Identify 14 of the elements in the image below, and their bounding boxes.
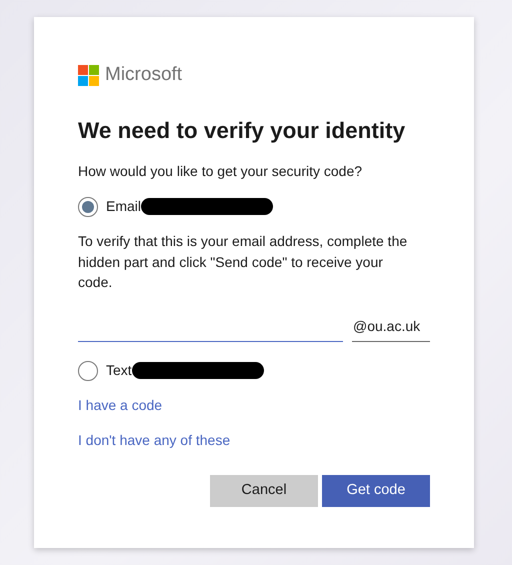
option-label[interactable]: Text bbox=[106, 360, 132, 382]
page-title: We need to verify your identity bbox=[78, 116, 406, 145]
radio-button[interactable] bbox=[78, 196, 98, 217]
radio-button[interactable] bbox=[78, 360, 98, 381]
get-code-button[interactable]: Get code bbox=[322, 475, 430, 508]
instruction-text: To verify that this is your email address, complete the hidden part and click "Send code" to receive your code. bbox=[78, 232, 408, 292]
prompt-text: How would you like to get your security code? bbox=[78, 162, 364, 182]
cancel-button[interactable]: Cancel bbox=[210, 475, 318, 508]
logo-icon bbox=[78, 64, 99, 86]
link[interactable]: I have a code bbox=[78, 395, 162, 416]
option-label[interactable]: Email bbox=[106, 196, 142, 218]
domain-suffix: @ou.ac.uk bbox=[352, 316, 430, 342]
link[interactable]: I don't have any of these bbox=[78, 430, 230, 452]
logo-text: Microsoft bbox=[105, 63, 182, 87]
